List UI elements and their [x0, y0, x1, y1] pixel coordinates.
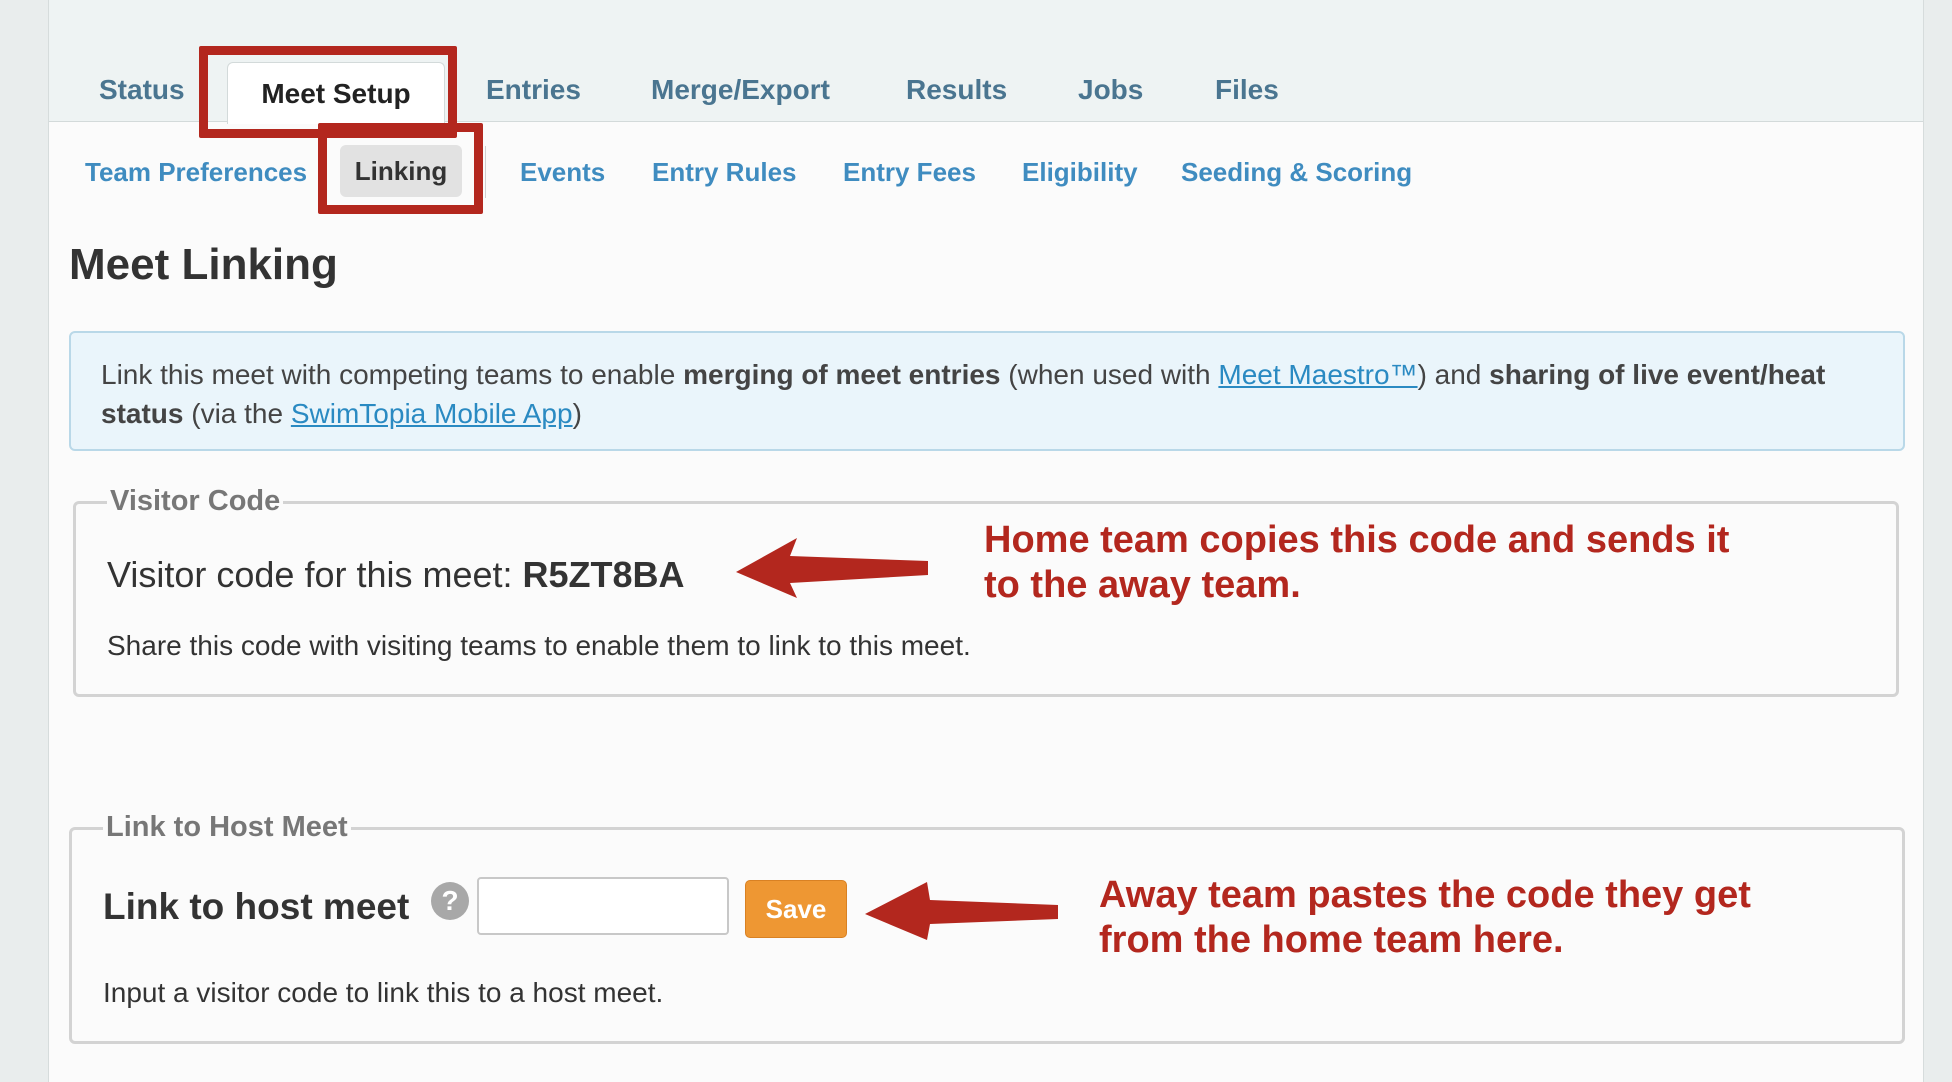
arrow-to-visitor-code — [736, 538, 928, 598]
annotation-away-team: Away team pastes the code they get from … — [1099, 874, 1751, 961]
arrow-to-code-input — [865, 882, 1058, 940]
annotation-home-team: Home team copies this code and sends it … — [984, 519, 1730, 606]
